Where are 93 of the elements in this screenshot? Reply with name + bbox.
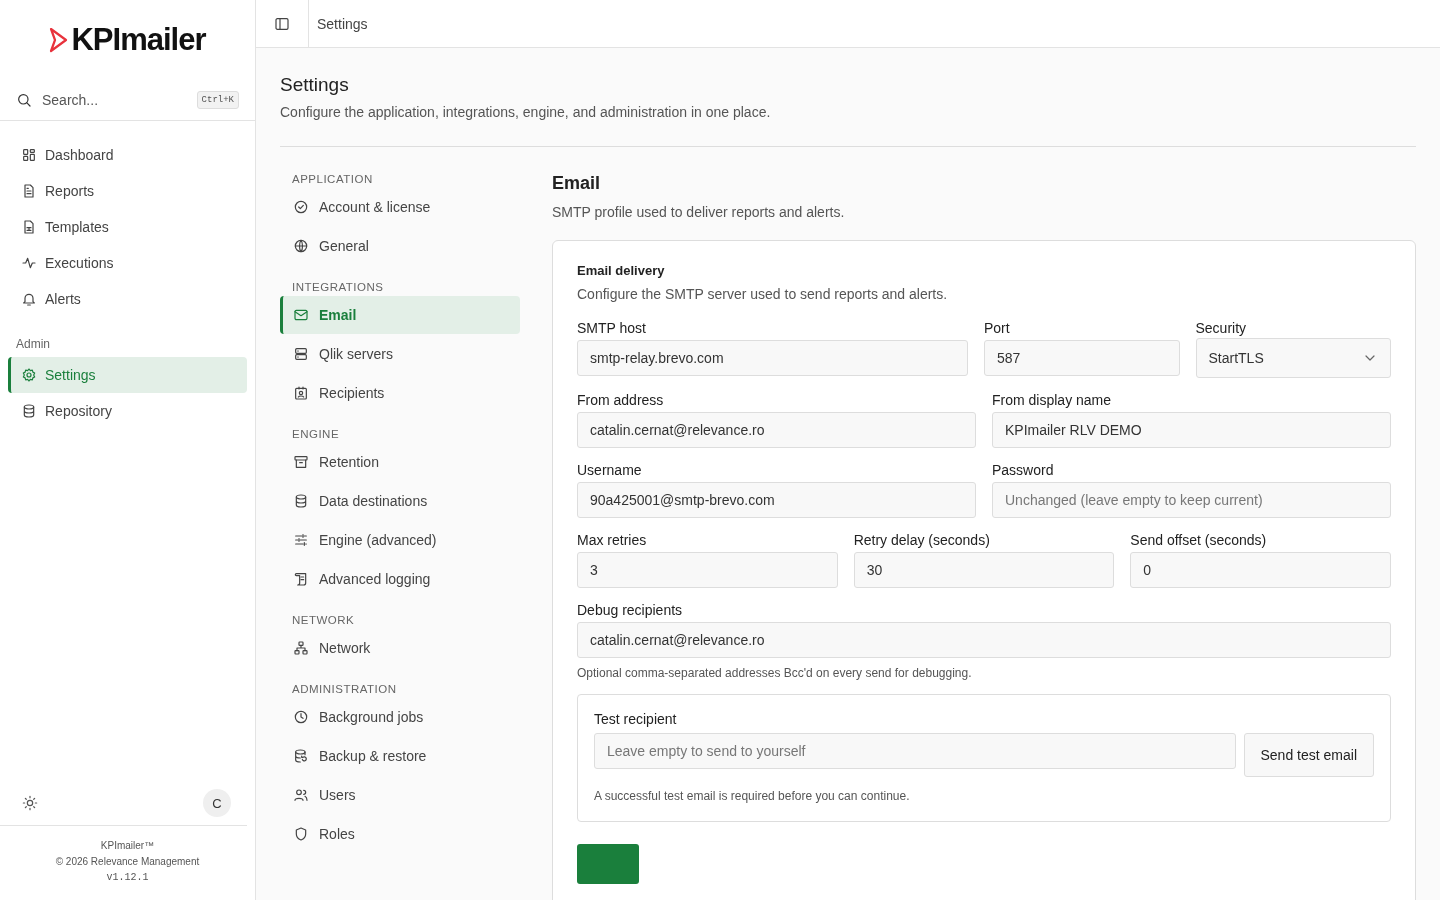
search-field[interactable]: Search... (40, 91, 189, 109)
settings-nav-item[interactable]: Engine (advanced) (280, 521, 520, 559)
server-icon (293, 346, 309, 362)
field-label: From display name (992, 392, 1113, 408)
field-label: Send offset (seconds) (1130, 532, 1268, 548)
network-icon (293, 640, 309, 656)
field-label: From address (577, 392, 665, 408)
input-field[interactable]: KPImailer RLV DEMO (992, 412, 1391, 448)
logo-chevron-icon (49, 27, 70, 53)
gear-icon (21, 367, 37, 383)
breadcrumb: Settings (316, 15, 368, 32)
settings-nav-item[interactable]: Background jobs (280, 698, 520, 736)
nav-item[interactable]: Dashboard (8, 137, 247, 173)
input-field[interactable]: 0 (1130, 552, 1391, 588)
bell-icon (21, 291, 37, 307)
section-title: Email (552, 173, 602, 194)
card-title: Email delivery (577, 263, 666, 278)
settings-nav-item[interactable]: Retention (280, 443, 520, 481)
security-dropdown[interactable]: StartTLS (1195, 338, 1391, 378)
settings-nav-item[interactable]: General (280, 227, 520, 265)
settings-nav-item[interactable]: Advanced logging (280, 560, 520, 598)
field-label: Password (992, 462, 1055, 478)
settings-group-heading: ENGINE (291, 427, 341, 442)
clock-icon (293, 709, 309, 725)
page-title: Settings (280, 74, 350, 96)
card-subtitle: Configure the SMTP server used to send reports and alerts. (577, 286, 949, 302)
input-field[interactable]: 587 (984, 340, 1180, 376)
input-field[interactable]: catalin.cernat@relevance.ro (577, 412, 976, 448)
shortcut-key: Ctrl+K (196, 91, 239, 109)
section-subtitle: SMTP profile used to deliver reports and alerts. (552, 204, 846, 220)
grid-icon (21, 147, 37, 163)
settings-group-heading: ADMINISTRATION (291, 682, 398, 697)
field-label: Username (577, 462, 643, 478)
mail-icon (293, 307, 309, 323)
copyright-text: © 2026 Relevance Management (54, 855, 201, 869)
test-recipient-field[interactable]: Leave empty to send to yourself (594, 733, 1236, 769)
product-name: KPImailer™ (99, 839, 156, 853)
field-label: Test recipient (594, 711, 677, 727)
field-label: Port (984, 320, 1011, 336)
settings-nav-item[interactable]: Network (280, 629, 520, 667)
nav-item[interactable]: Alerts (8, 281, 247, 317)
settings-nav-item[interactable]: Users (280, 776, 520, 814)
send-test-email-button[interactable]: Send test email (1243, 733, 1374, 777)
settings-group-heading: APPLICATION (291, 172, 374, 187)
field-label: SMTP host (577, 320, 647, 336)
document-icon (21, 183, 37, 199)
logo-text: KPImailer (71, 22, 206, 58)
settings-group-heading: INTEGRATIONS (291, 280, 385, 295)
table-document-icon (21, 219, 37, 235)
settings-group-heading: NETWORK (291, 613, 356, 628)
version-text: v1.12.1 (105, 871, 150, 885)
field-hint: Optional comma-separated addresses Bcc'd on every send for debugging. (577, 666, 973, 680)
search-icon (16, 92, 32, 108)
input-field[interactable]: catalin.cernat@relevance.ro (577, 622, 1391, 658)
contact-icon (293, 385, 309, 401)
sliders-icon (293, 532, 309, 548)
input-field[interactable]: 30 (853, 552, 1115, 588)
user-avatar[interactable]: C (203, 789, 231, 817)
page-subtitle: Configure the application, integrations, engine, and administration in one place. (280, 104, 1416, 147)
users-icon (293, 787, 309, 803)
settings-nav-item[interactable]: Qlik servers (280, 335, 520, 373)
database-icon (21, 403, 37, 419)
database-restore-icon (293, 748, 309, 764)
panel-icon (274, 15, 290, 32)
database-icon (293, 493, 309, 509)
nav-item[interactable]: Templates (8, 209, 247, 245)
nav-heading: Admin (16, 337, 51, 351)
nav-item[interactable]: Settings (8, 357, 247, 393)
pulse-icon (21, 255, 37, 271)
field-label: Max retries (577, 532, 648, 548)
nav-item[interactable]: Repository (8, 393, 247, 429)
globe-icon (293, 238, 309, 254)
settings-nav-item[interactable]: Roles (280, 815, 520, 853)
settings-nav-item[interactable]: Data destinations (280, 482, 520, 520)
settings-nav-item[interactable]: Recipients (280, 374, 520, 412)
input-field[interactable]: 3 (577, 552, 838, 588)
shield-icon (293, 826, 309, 842)
input-field[interactable]: Unchanged (leave empty to keep current) (992, 482, 1391, 518)
archive-icon (293, 454, 309, 470)
field-label: Security (1195, 320, 1248, 336)
settings-nav-item[interactable]: Account & license (280, 188, 520, 226)
nav-item[interactable]: Reports (8, 173, 247, 209)
input-field[interactable]: smtp-relay.brevo.com (577, 340, 968, 376)
settings-nav-item[interactable]: Email (280, 296, 520, 334)
theme-toggle-icon[interactable] (22, 795, 38, 811)
nav-item[interactable]: Executions (8, 245, 247, 281)
check-circle-icon (293, 199, 309, 215)
test-note: A successful test email is required before you can continue. (594, 789, 911, 803)
scroll-icon (293, 571, 309, 587)
field-label: Debug recipients (577, 602, 684, 618)
input-field[interactable]: 90a425001@smtp-brevo.com (577, 482, 976, 518)
field-label: Retry delay (seconds) (853, 532, 991, 548)
settings-nav-item[interactable]: Backup & restore (280, 737, 520, 775)
